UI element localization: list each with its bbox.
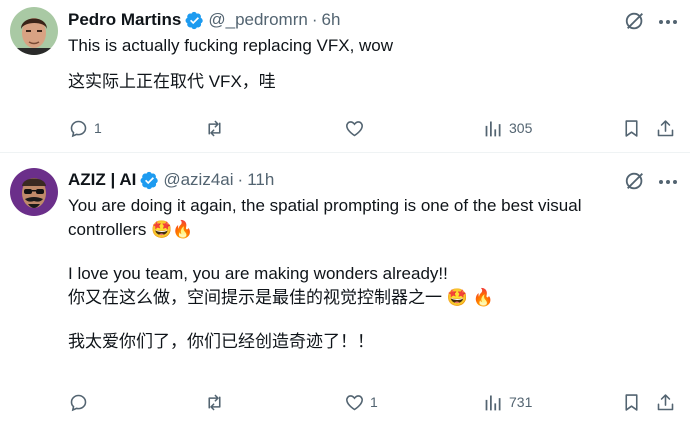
- bookmark-button[interactable]: [621, 118, 642, 139]
- share-icon: [655, 392, 676, 413]
- emoji-star-struck-fire: 🤩🔥: [151, 220, 194, 239]
- tweet-text-line: 我太爱你们了，你们已经创造奇迹了！！: [68, 332, 374, 351]
- more-icon[interactable]: [656, 10, 680, 34]
- views-icon: [483, 392, 504, 413]
- tweet-text: You are doing it again, the spatial prom…: [68, 194, 674, 354]
- retweet-icon: [204, 392, 225, 413]
- retweet-icon: [204, 118, 225, 139]
- separator-dot: ·: [237, 170, 244, 189]
- tweet-text-line: controllers 🤩🔥: [68, 218, 674, 242]
- verified-badge-icon: [140, 171, 159, 190]
- more-icon[interactable]: [656, 170, 680, 194]
- like-icon: [344, 392, 365, 413]
- tweet-text-line: You are doing it again, the spatial prom…: [68, 196, 582, 215]
- tweet-text-fragment: 你又在这么做，空间提示是最佳的视觉控制器之一: [68, 288, 442, 307]
- bookmark-button[interactable]: [621, 392, 642, 413]
- like-icon: [344, 118, 365, 139]
- tweet-text-line: This is actually fucking replacing VFX, …: [68, 36, 394, 55]
- emoji-star-struck-fire: 🤩 🔥: [446, 288, 494, 307]
- retweet-button[interactable]: [204, 118, 230, 139]
- tweet-text-line: 这实际上正在取代 VFX，哇: [68, 72, 276, 91]
- reply-button[interactable]: [68, 392, 94, 413]
- reply-count: 1: [94, 120, 102, 136]
- avatar[interactable]: [10, 168, 58, 216]
- reply-icon: [68, 118, 89, 139]
- views-button[interactable]: 731: [483, 392, 532, 413]
- user-handle[interactable]: @_pedromrn: [208, 10, 307, 30]
- avatar[interactable]: [10, 7, 58, 55]
- tweet-header: AZIZ | AI @aziz4ai · 11h: [68, 153, 674, 192]
- tweet-text-line: I love you team, you are making wonders …: [68, 264, 448, 283]
- share-button[interactable]: [655, 118, 676, 139]
- views-icon: [483, 118, 504, 139]
- timestamp[interactable]: 11h: [247, 170, 274, 190]
- grok-icon[interactable]: [624, 10, 646, 32]
- tweet-aziz[interactable]: AZIZ | AI @aziz4ai · 11h You are doing i…: [0, 153, 690, 421]
- like-count: 1: [370, 394, 378, 410]
- views-button[interactable]: 305: [483, 118, 532, 139]
- retweet-button[interactable]: [204, 392, 230, 413]
- action-bar: 1 731: [68, 390, 674, 414]
- reply-icon: [68, 392, 89, 413]
- tweet-text: This is actually fucking replacing VFX, …: [68, 34, 674, 94]
- views-count: 305: [509, 120, 533, 136]
- user-handle[interactable]: @aziz4ai: [163, 170, 233, 190]
- separator-dot: ·: [311, 10, 318, 29]
- bookmark-icon: [621, 118, 642, 139]
- like-button[interactable]: [344, 118, 370, 139]
- share-button[interactable]: [655, 392, 676, 413]
- tweet-header: Pedro Martins @_pedromrn · 6h: [68, 0, 674, 32]
- like-button[interactable]: 1: [344, 392, 378, 413]
- action-bar: 1 305: [68, 116, 674, 140]
- reply-button[interactable]: 1: [68, 118, 102, 139]
- display-name[interactable]: Pedro Martins: [68, 10, 181, 30]
- grok-icon[interactable]: [624, 170, 646, 192]
- avatar-image: [10, 7, 58, 55]
- share-icon: [655, 118, 676, 139]
- verified-badge-icon: [185, 11, 204, 30]
- tweet-text-fragment: controllers: [68, 220, 147, 239]
- display-name[interactable]: AZIZ | AI: [68, 170, 136, 190]
- tweet-text-line: 你又在这么做，空间提示是最佳的视觉控制器之一 🤩 🔥: [68, 286, 674, 310]
- bookmark-icon: [621, 392, 642, 413]
- timestamp[interactable]: 6h: [322, 10, 341, 30]
- views-count: 731: [509, 394, 533, 410]
- avatar-image: [10, 168, 58, 216]
- tweet-pedro[interactable]: Pedro Martins @_pedromrn · 6h This is ac…: [0, 0, 690, 153]
